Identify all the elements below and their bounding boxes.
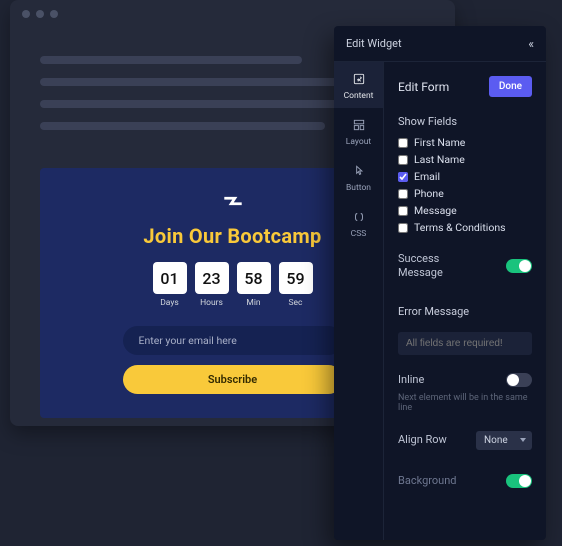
field-label: Last Name bbox=[414, 153, 465, 166]
countdown-cell: 58 Min bbox=[237, 262, 271, 308]
rail-label: Content bbox=[344, 91, 374, 101]
success-toggle[interactable] bbox=[506, 259, 532, 273]
rail-button[interactable]: Button bbox=[334, 154, 383, 200]
inline-hint: Next element will be in the same line bbox=[398, 393, 532, 413]
align-row-select[interactable]: None bbox=[476, 431, 532, 450]
code-icon bbox=[351, 209, 367, 225]
inline-toggle[interactable] bbox=[506, 373, 532, 387]
done-button[interactable]: Done bbox=[489, 76, 532, 97]
checkbox[interactable] bbox=[398, 206, 408, 216]
background-label: Background bbox=[398, 474, 456, 488]
error-message-label: Error Message bbox=[398, 305, 532, 318]
panel-title: Edit Widget bbox=[346, 37, 402, 50]
background-toggle[interactable] bbox=[506, 474, 532, 488]
field-checklist: First Name Last Name Email Phone Message… bbox=[398, 136, 532, 234]
field-terms[interactable]: Terms & Conditions bbox=[398, 221, 532, 234]
countdown: 01 Days 23 Hours 58 Min 59 Sec bbox=[153, 262, 313, 308]
countdown-label: Hours bbox=[195, 298, 229, 308]
window-titlebar bbox=[10, 0, 455, 28]
pointer-icon bbox=[351, 163, 367, 179]
field-label: First Name bbox=[414, 136, 465, 149]
logo-icon bbox=[222, 190, 244, 212]
skeleton-line bbox=[40, 78, 348, 86]
field-phone[interactable]: Phone bbox=[398, 187, 532, 200]
edit-widget-panel: Edit Widget « Content Layout Button bbox=[334, 26, 546, 540]
skeleton-line bbox=[40, 56, 302, 64]
edit-icon bbox=[351, 71, 367, 87]
countdown-value: 58 bbox=[237, 262, 271, 294]
layout-icon bbox=[351, 117, 367, 133]
field-label: Phone bbox=[414, 187, 444, 200]
countdown-label: Days bbox=[153, 298, 187, 308]
rail-label: CSS bbox=[351, 229, 367, 239]
collapse-icon[interactable]: « bbox=[528, 37, 534, 51]
field-firstname[interactable]: First Name bbox=[398, 136, 532, 149]
error-message-input[interactable] bbox=[398, 332, 532, 355]
countdown-value: 23 bbox=[195, 262, 229, 294]
show-fields-label: Show Fields bbox=[398, 115, 532, 128]
section-title: Edit Form bbox=[398, 80, 449, 94]
countdown-label: Sec bbox=[279, 298, 313, 308]
window-dot bbox=[36, 10, 44, 18]
panel-content: Edit Form Done Show Fields First Name La… bbox=[384, 62, 546, 540]
panel-rail: Content Layout Button CSS bbox=[334, 62, 384, 540]
field-email[interactable]: Email bbox=[398, 170, 532, 183]
countdown-cell: 59 Sec bbox=[279, 262, 313, 308]
checkbox[interactable] bbox=[398, 172, 408, 182]
field-label: Email bbox=[414, 170, 440, 183]
countdown-value: 59 bbox=[279, 262, 313, 294]
countdown-cell: 23 Hours bbox=[195, 262, 229, 308]
checkbox[interactable] bbox=[398, 189, 408, 199]
field-lastname[interactable]: Last Name bbox=[398, 153, 532, 166]
rail-css[interactable]: CSS bbox=[334, 200, 383, 246]
rail-label: Button bbox=[346, 183, 371, 193]
email-input[interactable]: Enter your email here bbox=[123, 326, 343, 355]
rail-layout[interactable]: Layout bbox=[334, 108, 383, 154]
inline-label: Inline bbox=[398, 373, 424, 387]
field-label: Message bbox=[414, 204, 457, 217]
subscribe-button[interactable]: Subscribe bbox=[123, 365, 343, 394]
window-dot bbox=[50, 10, 58, 18]
countdown-label: Min bbox=[237, 298, 271, 308]
align-row-label: Align Row bbox=[398, 433, 447, 447]
window-dot bbox=[22, 10, 30, 18]
countdown-value: 01 bbox=[153, 262, 187, 294]
checkbox[interactable] bbox=[398, 155, 408, 165]
countdown-cell: 01 Days bbox=[153, 262, 187, 308]
field-message[interactable]: Message bbox=[398, 204, 532, 217]
panel-header: Edit Widget « bbox=[334, 26, 546, 62]
skeleton-line bbox=[40, 100, 371, 108]
checkbox[interactable] bbox=[398, 223, 408, 233]
field-label: Terms & Conditions bbox=[414, 221, 506, 234]
checkbox[interactable] bbox=[398, 138, 408, 148]
skeleton-line bbox=[40, 122, 325, 130]
success-message-label: Success Message bbox=[398, 252, 443, 281]
rail-label: Layout bbox=[346, 137, 371, 147]
rail-content[interactable]: Content bbox=[334, 62, 383, 108]
form-title: Join Our Bootcamp bbox=[143, 224, 321, 248]
